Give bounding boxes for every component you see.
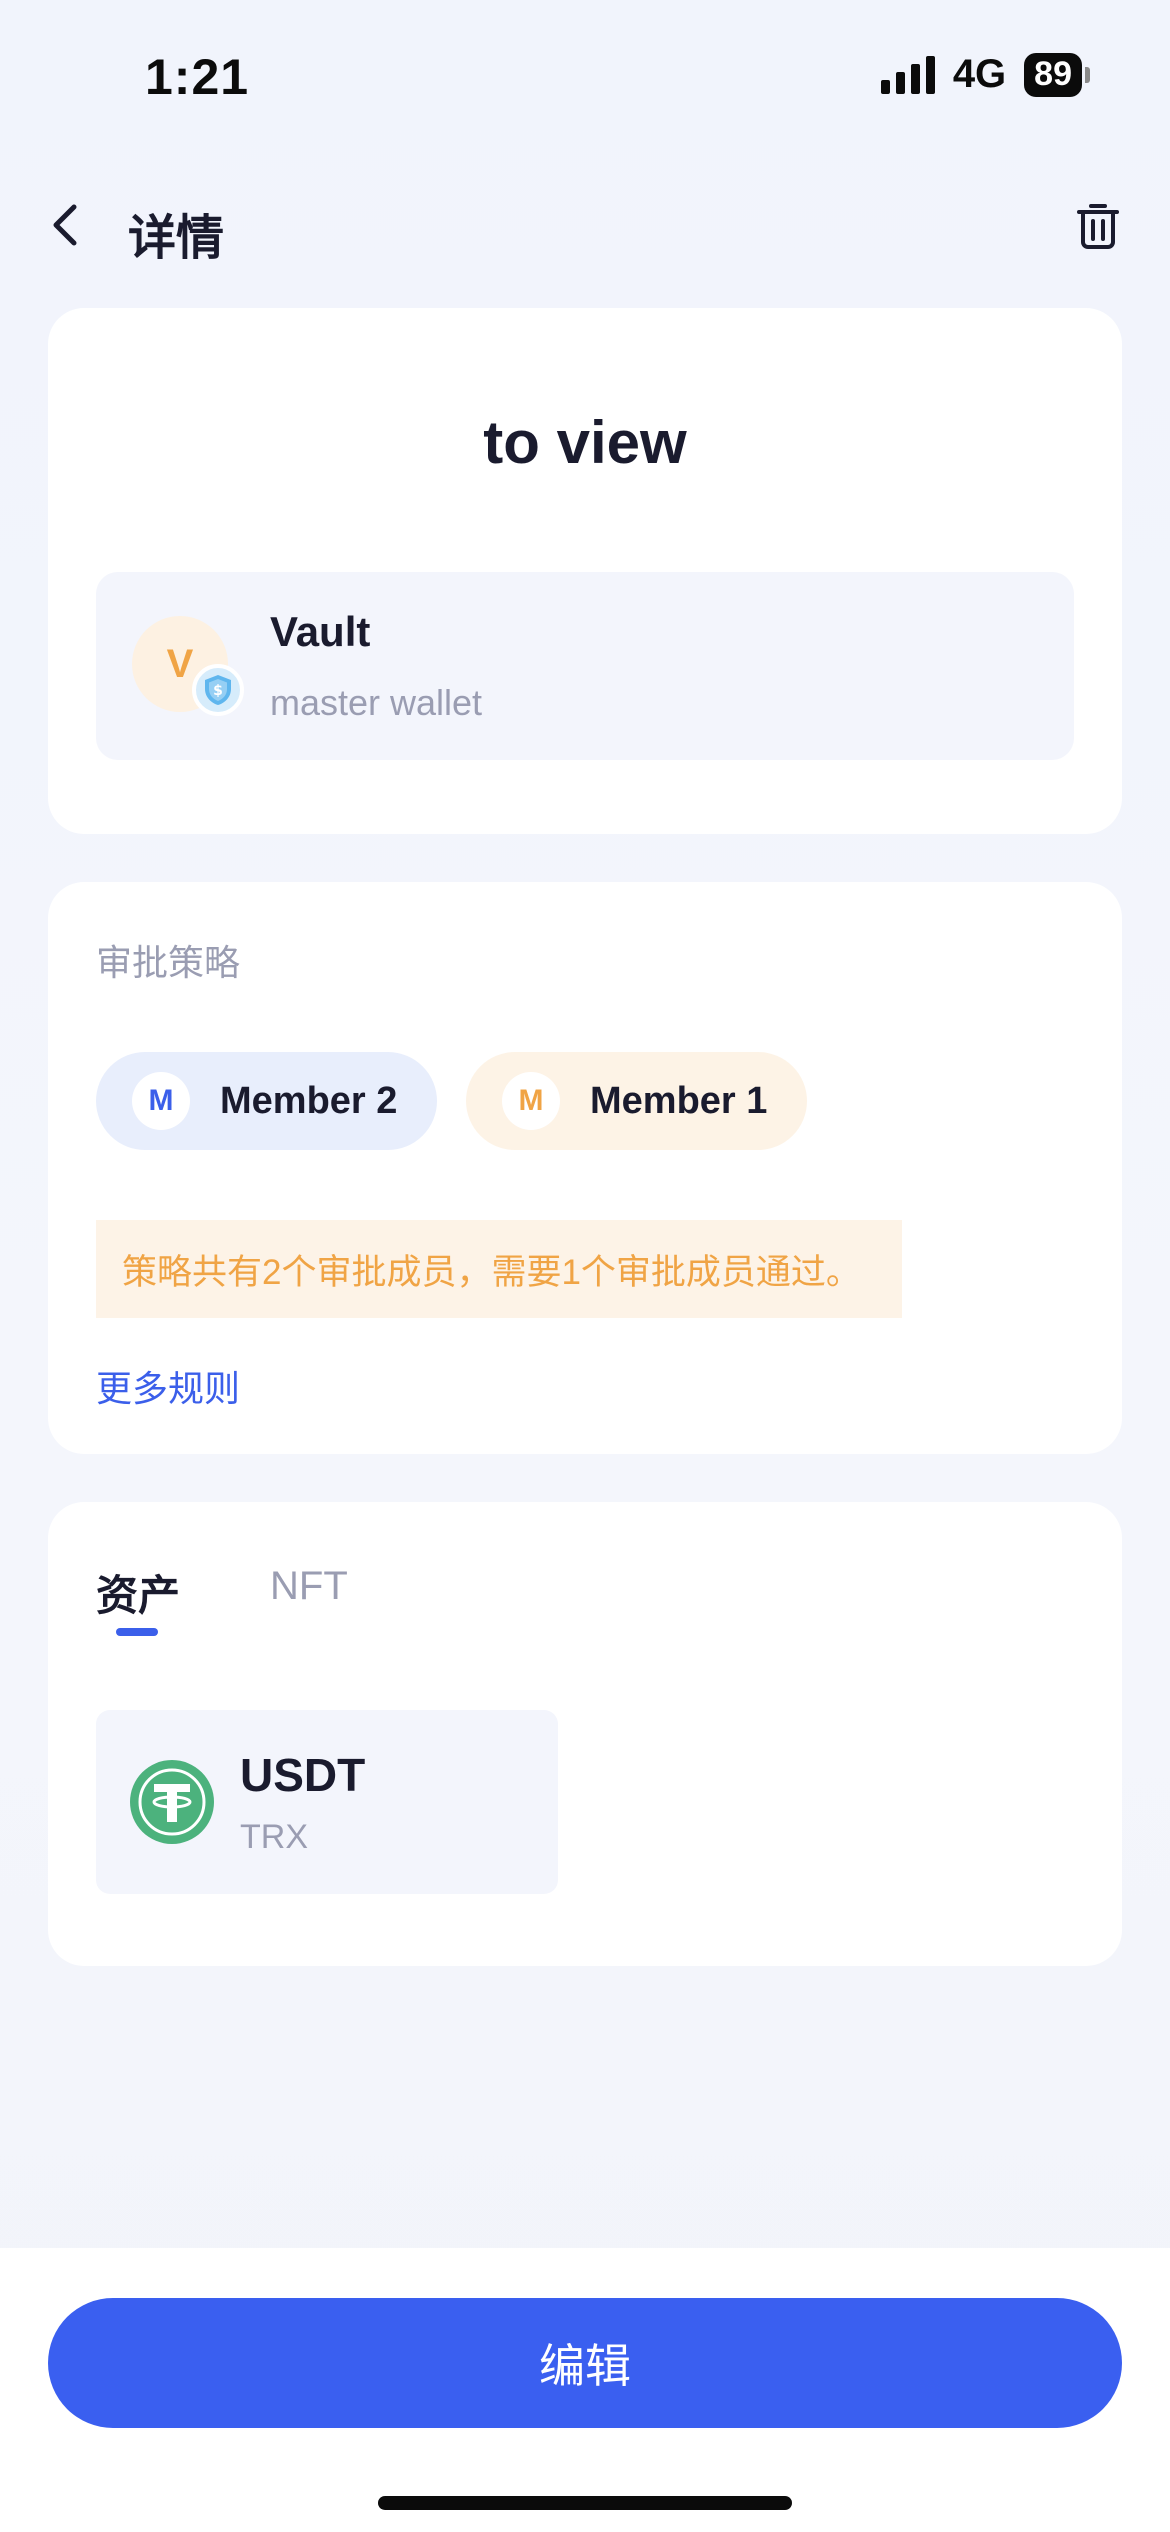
token-chain: TRX xyxy=(240,1818,308,1856)
vault-card: to view V $ Vault master wallet xyxy=(48,308,1122,834)
wallet-item[interactable]: V $ Vault master wallet xyxy=(96,572,1074,760)
battery-icon: 89 xyxy=(1024,52,1090,97)
battery-level: 89 xyxy=(1024,52,1082,97)
svg-text:$: $ xyxy=(213,683,223,699)
battery-cap xyxy=(1085,66,1090,83)
tab-active-indicator xyxy=(116,1628,158,1636)
trash-icon xyxy=(1077,204,1119,249)
member-avatar: M xyxy=(132,1072,190,1130)
home-indicator xyxy=(378,2496,792,2510)
vault-name: to view xyxy=(483,409,687,476)
status-time: 1:21 xyxy=(145,49,250,105)
asset-item-usdt[interactable]: USDT TRX xyxy=(96,1710,558,1894)
member-chip-member-1[interactable]: M Member 1 xyxy=(466,1052,808,1150)
wallet-title: Vault xyxy=(270,608,371,655)
tether-icon xyxy=(130,1760,214,1844)
member-chip-member-2[interactable]: M Member 2 xyxy=(96,1052,438,1150)
tab-assets[interactable]: 资产 xyxy=(96,1562,180,1623)
signal-icon xyxy=(880,55,935,94)
member-name: Member 1 xyxy=(590,1079,768,1122)
member-avatar: M xyxy=(502,1072,560,1130)
delete-button[interactable] xyxy=(1071,198,1125,252)
approval-policy-card: 审批策略 M Member 2 M Member 1 策略共有2个审批成员，需要… xyxy=(48,882,1122,1454)
status-bar: 1:21 4G 89 xyxy=(0,0,1170,150)
member-name: Member 2 xyxy=(220,1079,398,1122)
chevron-left-icon xyxy=(53,204,77,246)
nav-header: 详情 xyxy=(0,180,1170,270)
token-name: USDT xyxy=(240,1749,366,1801)
edit-button[interactable]: 编辑 xyxy=(48,2298,1122,2428)
bottom-bar: 编辑 xyxy=(0,2248,1170,2532)
tab-nft[interactable]: NFT xyxy=(270,1564,348,1609)
policy-note: 策略共有2个审批成员，需要1个审批成员通过。 xyxy=(96,1220,902,1318)
network-type: 4G xyxy=(952,52,1007,96)
assets-card: 资产 NFT USDT TRX xyxy=(48,1502,1122,1966)
shield-dollar-icon: $ xyxy=(192,664,244,716)
more-rules-link[interactable]: 更多规则 xyxy=(96,1360,240,1412)
policy-label: 审批策略 xyxy=(96,942,241,983)
page-title: 详情 xyxy=(128,212,225,265)
wallet-subtitle: master wallet xyxy=(270,682,483,723)
back-button[interactable] xyxy=(40,200,90,250)
status-indicators: 4G 89 xyxy=(880,52,1090,97)
